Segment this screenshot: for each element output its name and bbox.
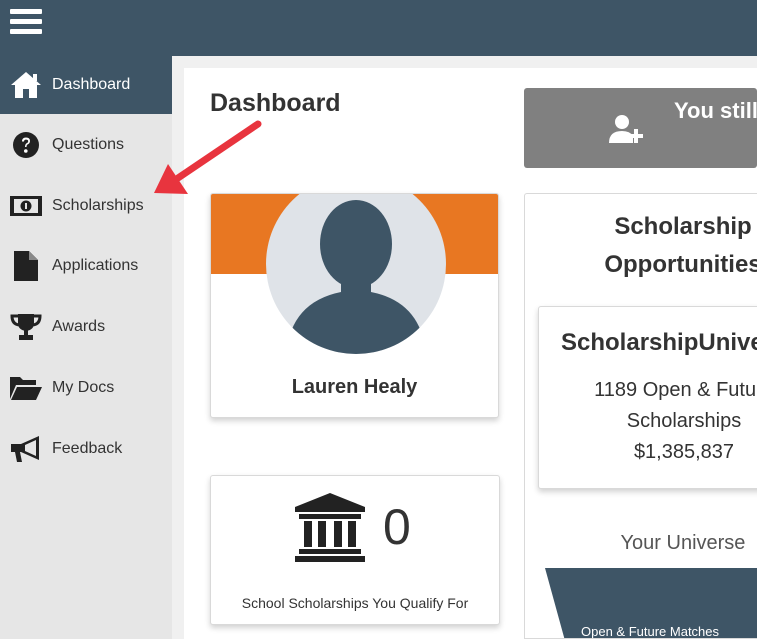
sidebar-item-label: Dashboard [52, 76, 131, 93]
open-future-count: 1189 Open & Future [594, 379, 757, 401]
complete-profile-banner[interactable]: You still [524, 88, 757, 168]
school-scholarships-label: School Scholarships You Qualify For [241, 595, 469, 611]
user-plus-icon [608, 113, 646, 150]
opportunities-title: Scholarship Opportunities [525, 208, 757, 284]
scholarship-amount: $1,385,837 [633, 441, 735, 463]
your-universe-heading: Your Universe [620, 532, 746, 554]
scholarship-opportunities-card: Scholarship Opportunities ScholarshipUni… [524, 193, 757, 639]
top-bar [0, 0, 757, 56]
hamburger-menu-icon[interactable] [10, 9, 42, 41]
sidebar-item-questions[interactable]: Questions [0, 116, 172, 174]
institution-icon [293, 491, 367, 568]
sidebar-item-feedback[interactable]: Feedback [0, 420, 172, 478]
universe-graphic-label: Open & Future Matches [581, 624, 720, 639]
trophy-icon [0, 313, 52, 341]
avatar [266, 194, 446, 354]
megaphone-icon [0, 434, 52, 464]
avatar-silhouette-icon [286, 200, 426, 354]
sidebar-item-scholarships[interactable]: Scholarships [0, 177, 172, 235]
page-title: Dashboard [210, 89, 341, 117]
profile-card[interactable]: Lauren Healy [210, 193, 499, 418]
sidebar-item-label: My Docs [52, 379, 115, 396]
question-circle-icon [0, 131, 52, 159]
scholarships-label: Scholarships [626, 410, 742, 432]
money-bill-icon [0, 195, 52, 217]
home-icon [0, 70, 52, 100]
opportunities-title-line1: Scholarship [614, 213, 752, 240]
sidebar-item-label: Awards [52, 318, 106, 335]
school-scholarships-card[interactable]: 0 School Scholarships You Qualify For [210, 475, 500, 625]
universe-name: ScholarshipUniverse [561, 329, 757, 356]
sidebar-item-my-docs[interactable]: My Docs [0, 359, 172, 417]
scholarship-universe-card[interactable]: ScholarshipUniverse 1189 Open & Future S… [538, 306, 757, 489]
sidebar-item-dashboard[interactable]: Dashboard [0, 56, 172, 114]
sidebar-item-label: Feedback [52, 440, 123, 457]
file-icon [0, 250, 52, 282]
sidebar-item-awards[interactable]: Awards [0, 298, 172, 356]
school-scholarships-count: 0 [383, 499, 411, 555]
opportunities-title-line2: Opportunities [604, 251, 757, 278]
sidebar-item-applications[interactable]: Applications [0, 237, 172, 295]
sidebar: Dashboard Questions Scholarships Applica… [0, 56, 172, 639]
sidebar-item-label: Questions [52, 136, 125, 153]
banner-text: You still [674, 98, 757, 123]
folder-open-icon [0, 375, 52, 401]
profile-name: Lauren Healy [291, 376, 418, 398]
sidebar-item-label: Scholarships [52, 197, 144, 214]
sidebar-item-label: Applications [52, 257, 139, 274]
